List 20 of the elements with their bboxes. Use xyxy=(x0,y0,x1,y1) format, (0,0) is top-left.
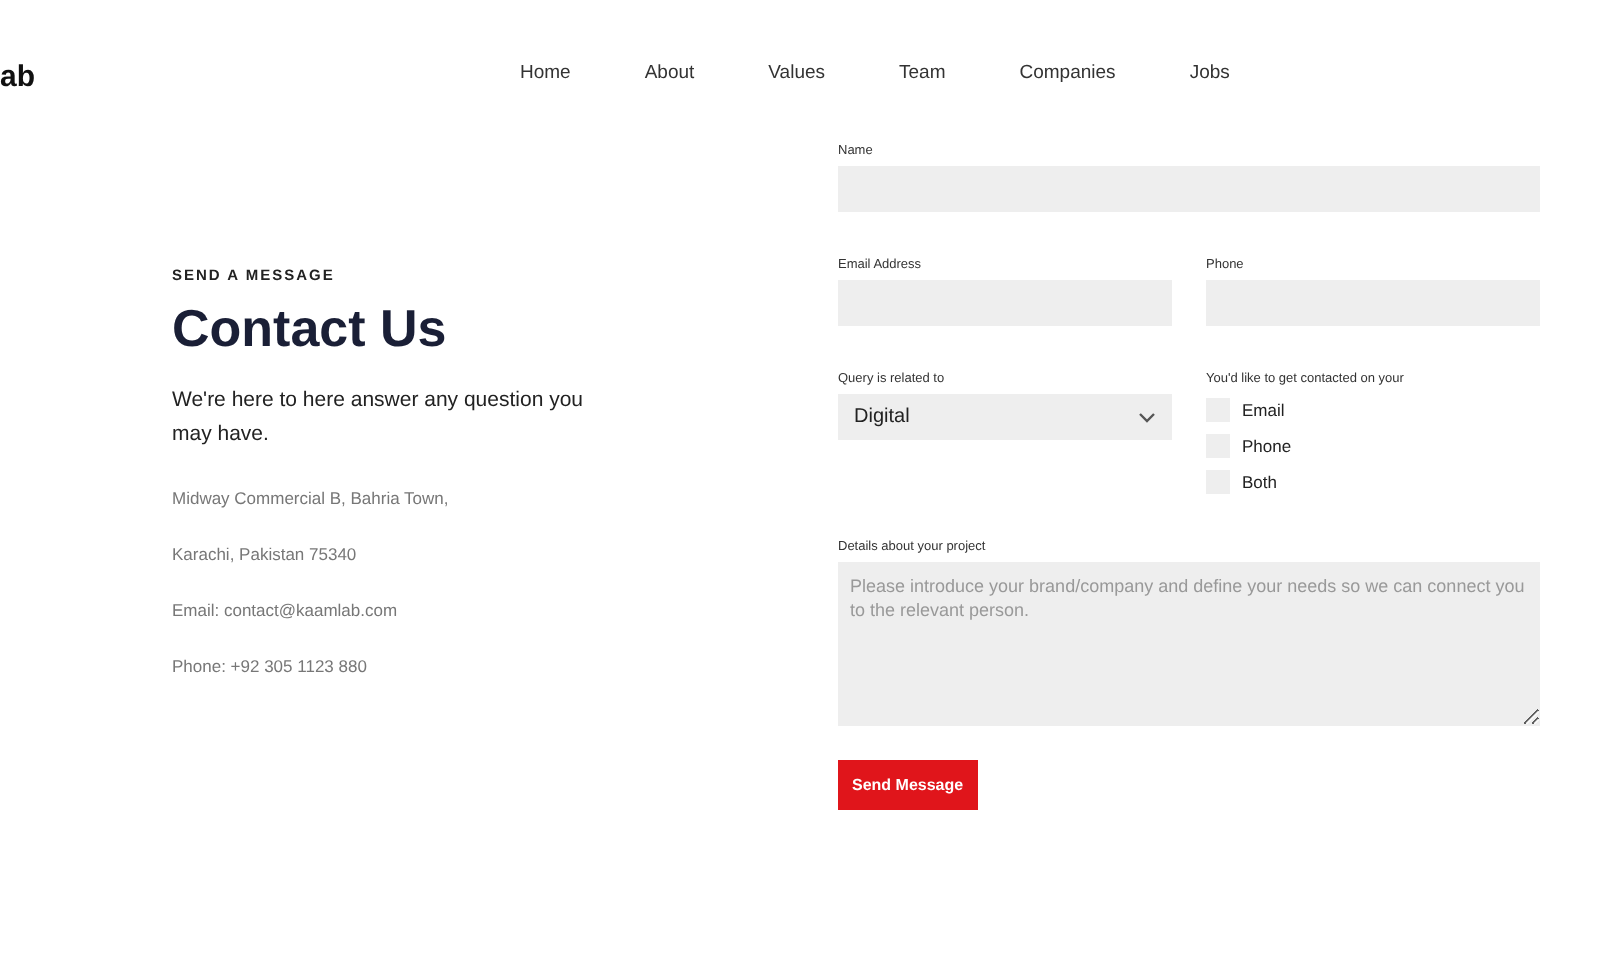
nav-link[interactable]: Companies xyxy=(1019,62,1116,84)
send-button[interactable]: Send Message xyxy=(838,760,978,810)
checkbox-label[interactable]: Email xyxy=(1242,400,1285,420)
address-text: Midway Commercial B, Bahria Town, xyxy=(172,488,451,508)
nav-link[interactable]: Home xyxy=(520,62,571,84)
chevron-down-icon xyxy=(1138,411,1156,423)
checkbox-label[interactable]: Phone xyxy=(1242,436,1292,456)
page-title: Contact Us xyxy=(172,298,449,360)
nav-link[interactable]: Values xyxy=(768,62,826,84)
nav-link[interactable]: Jobs xyxy=(1189,62,1230,84)
address-text: Karachi, Pakistan 75340 xyxy=(172,544,359,564)
phone-text: Phone: +92 305 1123 880 xyxy=(172,656,369,676)
nav-link[interactable]: Team xyxy=(899,62,946,84)
details-field[interactable]: Please introduce your brand/company and define your needs so we can connect you to the relevant person. xyxy=(838,562,1540,726)
email-text: Email: contact@kaamlab.com xyxy=(172,600,400,620)
checkbox-label[interactable]: Both xyxy=(1242,472,1277,492)
query-dropdown[interactable]: Digital xyxy=(838,394,1172,440)
nav-link[interactable]: About xyxy=(644,62,695,84)
intro-text: We're here to here answer any question you may have. xyxy=(172,386,586,450)
logo[interactable]: ab xyxy=(0,60,520,94)
